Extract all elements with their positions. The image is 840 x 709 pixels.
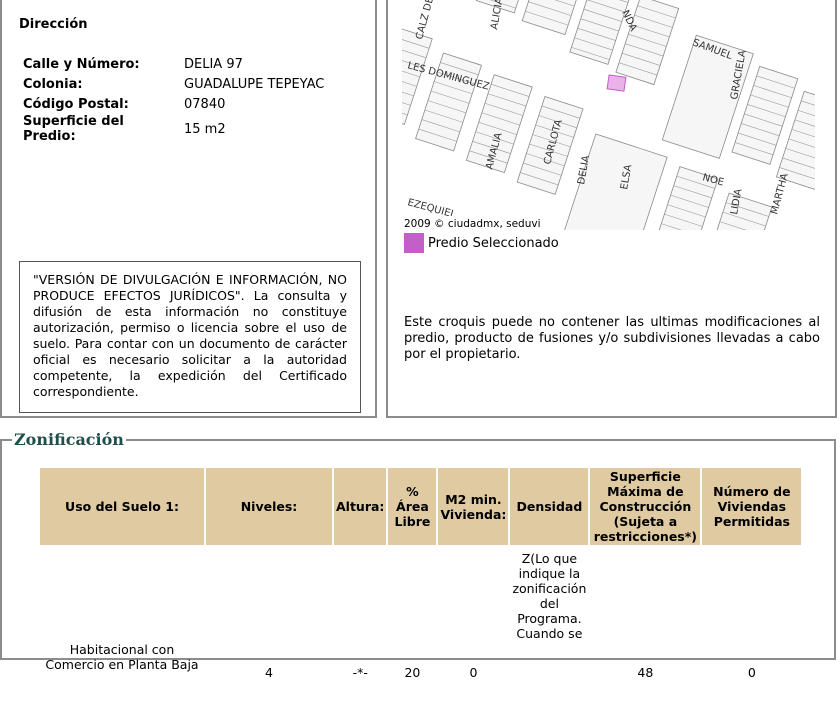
legend-label: Predio Seleccionado (428, 235, 559, 251)
field-value: GUADALUPE TEPEYAC (184, 76, 325, 92)
field-label: Calle y Número: (23, 56, 140, 72)
col-m2-min: M2 min. Vivienda: (438, 468, 509, 545)
cell: Z(Lo que indique la zonificación del Pro… (512, 551, 587, 641)
field-label: Código Postal: (23, 96, 129, 112)
col-area-libre: % Área Libre (388, 468, 437, 545)
map-note: Este croquis puede no contener las ultim… (404, 315, 820, 362)
street-label: MARTHA (769, 172, 791, 216)
street-label: CALZ DE (414, 0, 436, 41)
table-row: Colonia: GUADALUPE TEPEYAC (20, 74, 327, 94)
table-header-row: Uso del Suelo 1: Niveles: Altura: % Área… (40, 468, 802, 545)
table-row: Superficie del Predio: 15 m2 (20, 114, 327, 144)
field-value: 15 m2 (184, 121, 226, 137)
cell: 4 (265, 664, 273, 680)
section-title: Zonificación (14, 430, 124, 449)
zoning-table: Uso del Suelo 1: Niveles: Altura: % Área… (38, 466, 803, 709)
cell: Habitacional con Comercio en Planta Baja (45, 642, 199, 672)
address-table: Calle y Número: DELIA 97 Colonia: GUADALUP… (20, 54, 327, 145)
map-panel: CALZ DE ALICIA NDA SAMUEL LES DOMINGUEZ GRACI… (386, 0, 837, 418)
cell: -*- (352, 664, 368, 680)
cell: 48 (637, 664, 654, 680)
table-row: Calle y Número: DELIA 97 (20, 54, 327, 74)
col-niveles: Niveles: (206, 468, 332, 545)
col-densidad: Densidad (510, 468, 589, 545)
field-value: DELIA 97 (184, 56, 243, 72)
map-legend: Predio Seleccionado (404, 233, 559, 253)
cell: 0 (747, 664, 756, 680)
cell: 0 (469, 664, 478, 680)
field-value: 07840 (184, 96, 226, 112)
field-label: Colonia: (23, 76, 83, 92)
map-copyright: 2009 © ciudadmx, seduvi (404, 218, 541, 230)
map-drawing: CALZ DE ALICIA NDASAMUELLES DOMINGUEZ GRACI… (402, 0, 815, 230)
col-viviendas: Número de Viviendas Permitidas (702, 468, 802, 545)
selected-parcel-swatch (404, 233, 424, 253)
col-uso: Uso del Suelo 1: (40, 468, 204, 545)
address-heading: Dirección (19, 17, 88, 32)
cell: 20 (404, 664, 421, 680)
col-altura: Altura: (334, 468, 387, 545)
field-label: Superficie del Predio: (23, 114, 124, 144)
parcel-map[interactable]: CALZ DE ALICIA NDA SAMUEL LES DOMINGUEZ GRACI… (402, 0, 815, 230)
col-superficie: Superficie Máxima de Construcción (Sujet… (590, 468, 701, 545)
zonificacion-section: Zonificación Uso del Suelo 1: Niveles: A… (0, 430, 836, 680)
address-panel: Dirección Calle y Número: DELIA 97 Coloni… (0, 0, 377, 418)
table-row: Código Postal: 07840 (20, 94, 327, 114)
table-row: Habitacional con Comercio en Planta Baja… (40, 547, 801, 707)
disclaimer-box: "VERSIÓN DE DIVULGACIÓN E INFORMACIÓN, N… (19, 261, 361, 413)
selected-parcel[interactable] (606, 74, 627, 92)
